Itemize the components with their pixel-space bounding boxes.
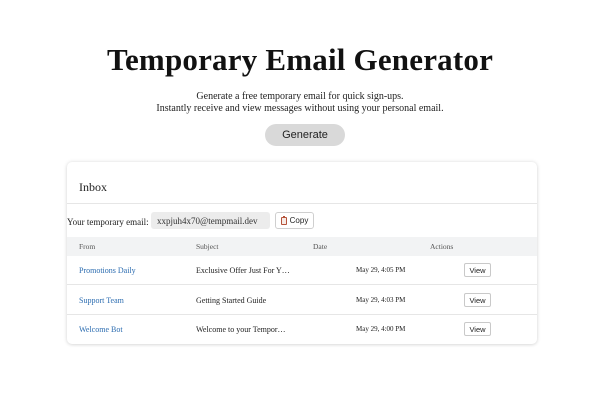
column-header-date: Date (313, 242, 328, 251)
copy-button-label: Copy (289, 216, 309, 225)
subtitle-line-1: Generate a free temporary email for quic… (196, 91, 404, 102)
message-subject: Welcome to your Tempor… (196, 325, 286, 334)
message-date: May 29, 4:00 PM (356, 325, 406, 333)
page-subtitle: Generate a free temporary email for quic… (0, 91, 600, 115)
copy-button[interactable]: Copy (275, 212, 314, 229)
email-label: Your temporary email: (67, 217, 149, 227)
view-message-button[interactable]: View (464, 263, 491, 277)
inbox-card: Inbox Your temporary email: xxpjuh4x70@t… (67, 162, 537, 344)
table-row: Welcome Bot Welcome to your Tempor… May … (67, 315, 537, 344)
message-sender-link[interactable]: Promotions Daily (79, 266, 136, 275)
page-title: Temporary Email Generator (106, 42, 494, 77)
column-header-from: From (79, 242, 96, 251)
message-subject: Getting Started Guide (196, 296, 267, 305)
subtitle-line-2: Instantly receive and view messages with… (156, 103, 444, 114)
message-sender-link[interactable]: Support Team (79, 296, 124, 305)
generate-button[interactable]: Generate (265, 124, 345, 146)
inbox-table-header: From Subject Date Actions (67, 237, 537, 256)
clipboard-icon (280, 215, 287, 225)
inbox-title: Inbox (79, 180, 107, 194)
inbox-divider (67, 203, 537, 204)
view-message-button[interactable]: View (464, 293, 491, 307)
message-subject: Exclusive Offer Just For Y… (196, 266, 290, 275)
column-header-actions: Actions (430, 242, 454, 251)
view-message-button[interactable]: View (464, 322, 491, 336)
table-row: Promotions Daily Exclusive Offer Just Fo… (67, 256, 537, 285)
message-date: May 29, 4:03 PM (356, 296, 406, 304)
temporary-email-field[interactable]: xxpjuh4x70@tempmail.dev (151, 212, 270, 229)
table-row: Support Team Getting Started Guide May 2… (67, 286, 537, 315)
message-sender-link[interactable]: Welcome Bot (79, 325, 123, 334)
column-header-subject: Subject (196, 242, 219, 251)
message-date: May 29, 4:05 PM (356, 266, 406, 274)
